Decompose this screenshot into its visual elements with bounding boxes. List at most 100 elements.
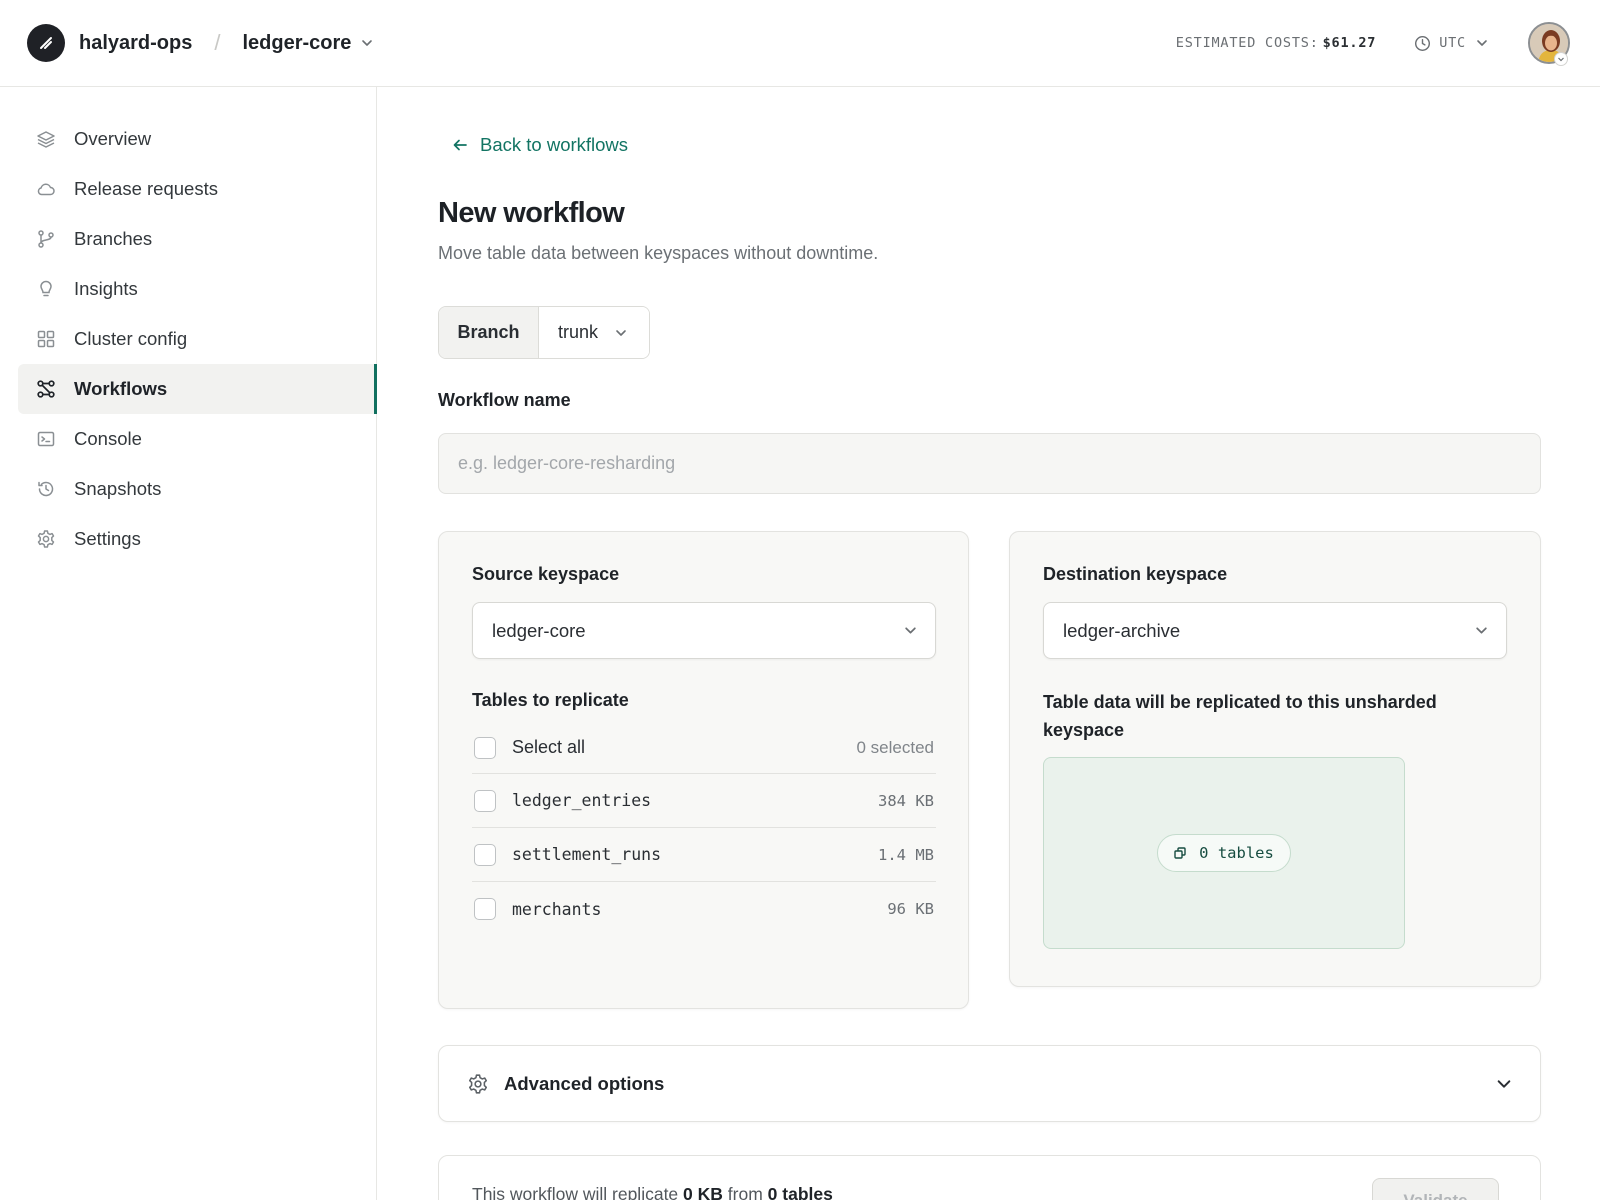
timezone-selector[interactable]: UTC xyxy=(1414,35,1488,52)
breadcrumb-separator: / xyxy=(214,30,221,55)
sidebar-item-overview[interactable]: Overview xyxy=(18,114,377,164)
sidebar-item-snapshots[interactable]: Snapshots xyxy=(18,464,377,514)
chevron-down-icon xyxy=(615,327,627,339)
sidebar-item-console[interactable]: Console xyxy=(18,414,377,464)
top-bar: halyard-ops / ledger-core ESTIMATED COST… xyxy=(0,0,1600,87)
timezone-label: UTC xyxy=(1439,35,1466,51)
tables-to-replicate-title: Tables to replicate xyxy=(472,690,629,710)
branch-picker: Branch trunk xyxy=(438,306,650,359)
destination-keyspace-label: Destination keyspace xyxy=(1043,564,1228,584)
sidebar: Overview Release requests Branches Insig… xyxy=(0,87,377,1200)
source-keyspace-label: Source keyspace xyxy=(472,564,620,584)
branch-select[interactable]: trunk xyxy=(539,307,649,358)
table-name: settlement_runs xyxy=(512,845,662,864)
copy-icon xyxy=(1173,846,1187,860)
costs-label: ESTIMATED COSTS: xyxy=(1175,35,1319,51)
sidebar-item-cluster-config[interactable]: Cluster config xyxy=(18,314,377,364)
tables-count-badge: 0 tables xyxy=(1157,834,1291,872)
validate-button[interactable]: Validate xyxy=(1372,1178,1499,1200)
advanced-options-label: Advanced options xyxy=(504,1072,665,1094)
tables-count-label: 0 tables xyxy=(1199,844,1274,862)
select-all-row: Select all 0 selected xyxy=(472,722,936,774)
sidebar-item-release-requests[interactable]: Release requests xyxy=(18,164,377,214)
terminal-icon xyxy=(36,429,56,449)
arrow-left-icon xyxy=(452,137,468,153)
workflow-name-label: Workflow name xyxy=(438,390,571,410)
database-name: ledger-core xyxy=(242,31,352,54)
sidebar-item-label: Workflows xyxy=(74,378,168,399)
destination-tables-dropzone: 0 tables xyxy=(1043,757,1405,949)
workflow-summary-card: This workflow will replicate 0 KB from 0… xyxy=(438,1155,1541,1200)
database-selector[interactable]: ledger-core xyxy=(242,32,373,55)
select-all-checkbox[interactable] xyxy=(474,736,496,759)
cloud-icon xyxy=(36,179,56,199)
table-size: 1.4 MB xyxy=(878,845,934,864)
chevron-down-icon xyxy=(904,624,917,637)
lightbulb-icon xyxy=(36,279,56,299)
tables-list: Select all 0 selected ledger_entries 384… xyxy=(472,722,936,936)
select-all-label: Select all xyxy=(512,737,586,757)
chevron-down-icon xyxy=(1475,624,1488,637)
source-keyspace-select[interactable]: ledger-core xyxy=(472,602,936,659)
destination-keyspace-card: Destination keyspace ledger-archive Tabl… xyxy=(1009,531,1541,987)
sidebar-item-workflows[interactable]: Workflows xyxy=(18,364,377,414)
sidebar-item-label: Release requests xyxy=(74,178,218,199)
git-branch-icon xyxy=(36,229,56,249)
source-keyspace-card: Source keyspace ledger-core Tables to re… xyxy=(438,531,969,1009)
table-row: settlement_runs 1.4 MB xyxy=(472,828,936,882)
summary-count: 0 tables xyxy=(767,1184,833,1200)
chevron-down-icon xyxy=(361,37,373,49)
back-to-workflows-link[interactable]: Back to workflows xyxy=(440,134,628,156)
table-row: ledger_entries 384 KB xyxy=(472,774,936,828)
sidebar-item-label: Branches xyxy=(74,228,153,249)
gear-icon xyxy=(36,529,56,549)
page-title: New workflow xyxy=(438,197,625,229)
sidebar-item-label: Console xyxy=(74,428,142,449)
workflow-summary-text: This workflow will replicate 0 KB from 0… xyxy=(472,1184,833,1200)
sidebar-item-label: Snapshots xyxy=(74,478,162,499)
table-size: 384 KB xyxy=(878,791,934,810)
destination-keyspace-select[interactable]: ledger-archive xyxy=(1043,602,1507,659)
org-name[interactable]: halyard-ops xyxy=(79,32,192,55)
branch-value: trunk xyxy=(558,322,599,342)
sidebar-item-insights[interactable]: Insights xyxy=(18,264,377,314)
table-row: merchants 96 KB xyxy=(472,882,936,936)
table-checkbox[interactable] xyxy=(474,789,496,812)
destination-keyspace-value: ledger-archive xyxy=(1063,619,1181,641)
sidebar-item-label: Cluster config xyxy=(74,328,188,349)
table-checkbox[interactable] xyxy=(474,898,496,920)
source-keyspace-value: ledger-core xyxy=(492,619,586,641)
sidebar-item-label: Settings xyxy=(74,528,141,549)
chevron-down-icon xyxy=(1496,1076,1512,1092)
history-icon xyxy=(36,479,56,499)
workflow-name-input[interactable] xyxy=(438,433,1541,494)
summary-size: 0 KB xyxy=(683,1184,723,1200)
clock-icon xyxy=(1414,35,1431,52)
sidebar-item-branches[interactable]: Branches xyxy=(18,214,377,264)
sidebar-item-label: Insights xyxy=(74,278,138,299)
destination-description: Table data will be replicated to this un… xyxy=(1043,692,1437,740)
workflow-icon xyxy=(36,379,56,399)
chevron-down-icon xyxy=(1476,37,1488,49)
table-checkbox[interactable] xyxy=(474,843,496,866)
summary-mid: from xyxy=(727,1184,763,1200)
avatar-chevron-down-icon[interactable] xyxy=(1554,52,1568,66)
costs-amount: $61.27 xyxy=(1322,35,1377,51)
table-size: 96 KB xyxy=(887,900,934,918)
gear-icon xyxy=(467,1073,489,1095)
sidebar-item-label: Overview xyxy=(74,128,152,149)
selected-count: 0 selected xyxy=(856,737,935,757)
org-logo-icon[interactable] xyxy=(27,24,65,62)
branch-label: Branch xyxy=(439,307,539,358)
sidebar-item-settings[interactable]: Settings xyxy=(18,514,377,564)
page-subtitle: Move table data between keyspaces withou… xyxy=(438,243,879,263)
table-name: merchants xyxy=(512,899,602,919)
advanced-options-toggle[interactable]: Advanced options xyxy=(438,1045,1541,1122)
summary-prefix: This workflow will replicate xyxy=(472,1184,679,1200)
estimated-costs: ESTIMATED COSTS: $61.27 xyxy=(1176,35,1376,51)
back-link-label: Back to workflows xyxy=(480,134,629,155)
layers-icon xyxy=(36,129,56,149)
table-name: ledger_entries xyxy=(512,791,652,810)
grid-icon xyxy=(36,329,56,349)
main-content: Back to workflows New workflow Move tabl… xyxy=(378,87,1600,1200)
